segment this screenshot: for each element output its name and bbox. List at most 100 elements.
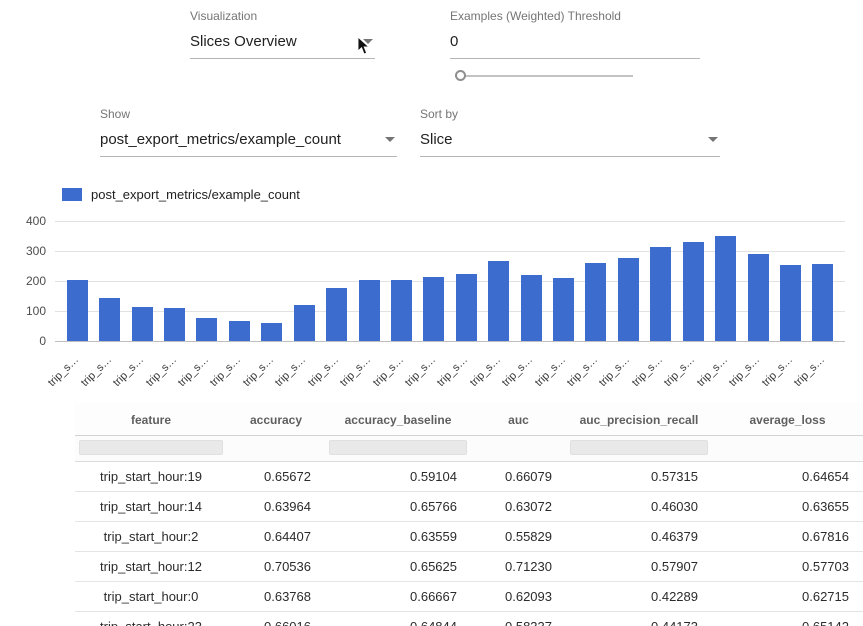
metric-cell: 0.65625: [325, 552, 471, 582]
metric-cell: 0.65766: [325, 492, 471, 522]
threshold-value: 0: [450, 33, 458, 50]
table-row[interactable]: trip_start_hour:230.660160.648440.583370…: [75, 612, 863, 626]
show-label: Show: [100, 106, 397, 122]
filter-box[interactable]: [570, 440, 708, 455]
chevron-down-icon: [385, 137, 395, 142]
bar[interactable]: [320, 221, 352, 341]
table-row[interactable]: trip_start_hour:00.637680.666670.620930.…: [75, 582, 863, 612]
legend-swatch-icon: [62, 188, 82, 201]
bar[interactable]: [547, 221, 579, 341]
filter-box[interactable]: [329, 440, 467, 455]
sort-by-value: Slice: [420, 131, 453, 148]
y-tick-label: 300: [0, 244, 46, 258]
bar[interactable]: [450, 221, 482, 341]
bar-chart: post_export_metrics/example_count trip_s…: [0, 186, 863, 387]
bar[interactable]: [385, 221, 417, 341]
table-row[interactable]: trip_start_hour:120.705360.656250.712300…: [75, 552, 863, 582]
table-row[interactable]: trip_start_hour:190.656720.591040.660790…: [75, 462, 863, 492]
metric-cell: 0.57315: [566, 462, 712, 492]
metric-cell: 0.46030: [566, 492, 712, 522]
metric-cell: 0.62093: [471, 582, 566, 612]
metric-cell: 0.71230: [471, 552, 566, 582]
table-row[interactable]: trip_start_hour:140.639640.657660.630720…: [75, 492, 863, 522]
bar[interactable]: [256, 221, 288, 341]
feature-cell: trip_start_hour:19: [75, 462, 227, 492]
x-axis-labels: trip_s…trip_s…trip_s…trip_s…trip_s…trip_…: [55, 343, 845, 387]
chevron-down-icon: [363, 39, 373, 44]
filter-cell: [75, 436, 227, 462]
table-row[interactable]: trip_start_hour:20.644070.635590.558290.…: [75, 522, 863, 552]
metric-cell: 0.64407: [227, 522, 325, 552]
threshold-input[interactable]: Examples (Weighted) Threshold 0: [450, 8, 700, 59]
slider-track[interactable]: [455, 75, 633, 77]
bar[interactable]: [482, 221, 514, 341]
table-header-row: featureaccuracyaccuracy_baselineaucauc_p…: [75, 403, 863, 436]
bar[interactable]: [158, 221, 190, 341]
column-header-average_loss[interactable]: average_loss: [712, 403, 863, 436]
bar[interactable]: [353, 221, 385, 341]
chevron-down-icon: [708, 137, 718, 142]
metric-cell: 0.64654: [712, 462, 863, 492]
metric-cell: 0.46379: [566, 522, 712, 552]
column-header-auc_precision_recall[interactable]: auc_precision_recall: [566, 403, 712, 436]
y-tick-label: 200: [0, 274, 46, 288]
filter-cell: [712, 436, 863, 462]
metric-cell: 0.63072: [471, 492, 566, 522]
feature-cell: trip_start_hour:14: [75, 492, 227, 522]
filter-cell: [471, 436, 566, 462]
filter-box[interactable]: [79, 440, 223, 455]
metric-cell: 0.66016: [227, 612, 325, 626]
bar[interactable]: [288, 221, 320, 341]
bar[interactable]: [612, 221, 644, 341]
bar[interactable]: [677, 221, 709, 341]
column-header-accuracy_baseline[interactable]: accuracy_baseline: [325, 403, 471, 436]
bar[interactable]: [709, 221, 741, 341]
bar[interactable]: [126, 221, 158, 341]
feature-cell: trip_start_hour:23: [75, 612, 227, 626]
column-header-auc[interactable]: auc: [471, 403, 566, 436]
show-value: post_export_metrics/example_count: [100, 131, 341, 148]
visualization-label: Visualization: [190, 8, 375, 24]
y-tick-label: 100: [0, 304, 46, 318]
metric-cell: 0.57703: [712, 552, 863, 582]
y-tick-label: 0: [0, 334, 46, 348]
metric-cell: 0.63768: [227, 582, 325, 612]
bar[interactable]: [580, 221, 612, 341]
bar[interactable]: [223, 221, 255, 341]
metric-cell: 0.70536: [227, 552, 325, 582]
bar[interactable]: [191, 221, 223, 341]
x-tick: trip_s…: [807, 343, 839, 387]
metric-cell: 0.67816: [712, 522, 863, 552]
metric-cell: 0.63655: [712, 492, 863, 522]
filter-cell: [566, 436, 712, 462]
metric-cell: 0.66667: [325, 582, 471, 612]
visualization-dropdown[interactable]: Visualization Slices Overview: [190, 8, 375, 59]
bar[interactable]: [807, 221, 839, 341]
bar[interactable]: [61, 221, 93, 341]
y-tick-label: 400: [0, 214, 46, 228]
bar[interactable]: [742, 221, 774, 341]
bar[interactable]: [645, 221, 677, 341]
bar[interactable]: [515, 221, 547, 341]
table-body: trip_start_hour:190.656720.591040.660790…: [75, 462, 863, 626]
metric-cell: 0.64844: [325, 612, 471, 626]
metric-cell: 0.63964: [227, 492, 325, 522]
plot-area: [55, 221, 845, 341]
show-metric-dropdown[interactable]: Show post_export_metrics/example_count: [100, 106, 397, 157]
threshold-label: Examples (Weighted) Threshold: [450, 8, 700, 24]
slicing-metrics-browser: Visualization Slices Overview Examples (…: [0, 0, 863, 626]
bar[interactable]: [418, 221, 450, 341]
slider-thumb[interactable]: [455, 70, 466, 81]
sort-by-dropdown[interactable]: Sort by Slice: [420, 106, 720, 157]
column-header-feature[interactable]: feature: [75, 403, 227, 436]
threshold-slider[interactable]: [455, 69, 633, 83]
table-filter-row: [75, 436, 863, 462]
feature-cell: trip_start_hour:2: [75, 522, 227, 552]
bar[interactable]: [93, 221, 125, 341]
column-header-accuracy[interactable]: accuracy: [227, 403, 325, 436]
metric-cell: 0.44173: [566, 612, 712, 626]
sort-by-label: Sort by: [420, 106, 720, 122]
metric-cell: 0.62715: [712, 582, 863, 612]
filter-cell: [227, 436, 325, 462]
bar[interactable]: [774, 221, 806, 341]
